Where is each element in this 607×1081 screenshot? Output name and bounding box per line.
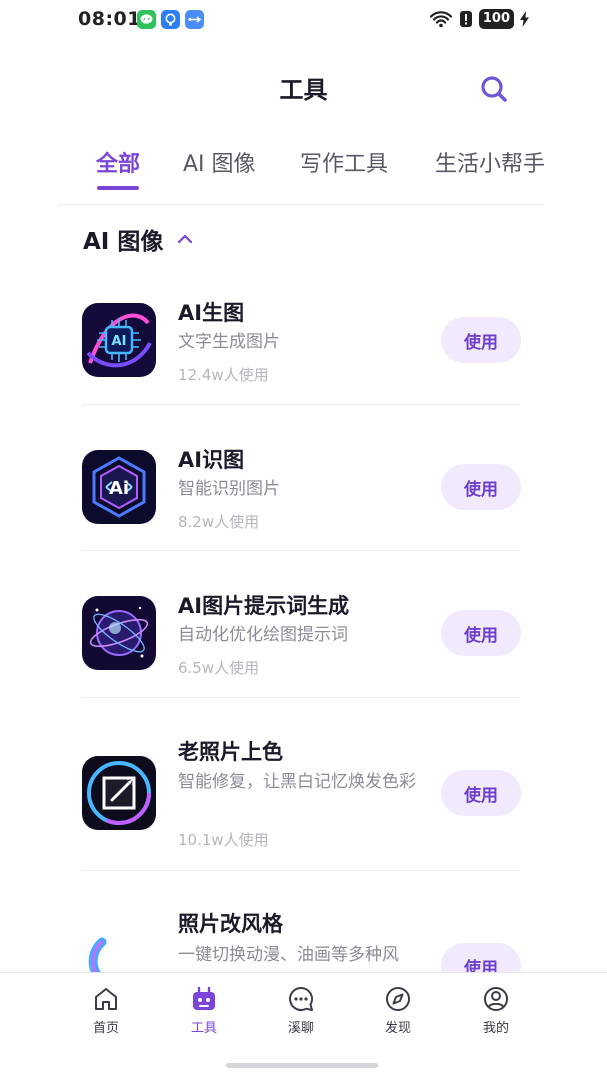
nav-profile[interactable]: 我的: [461, 985, 531, 1036]
style-swirl-icon: [82, 930, 156, 972]
nav-label: 首页: [92, 1021, 119, 1036]
use-button[interactable]: 使用: [441, 943, 521, 972]
tab-ai-image[interactable]: AI 图像: [183, 146, 256, 178]
tool-usage-count: 10.1w人使用: [178, 831, 269, 849]
list-divider: [82, 697, 520, 698]
robot-icon: [193, 986, 215, 1010]
tool-name: 照片改风格: [178, 912, 283, 936]
category-tabs: 全部 AI 图像 写作工具 生活小帮手: [0, 146, 607, 196]
section-title: AI 图像: [83, 229, 164, 255]
tool-item-old-photo-colorize[interactable]: 老照片上色 智能修复，让黑白记忆焕发色彩 10.1w人使用 使用: [82, 740, 522, 856]
tool-name: AI生图: [178, 301, 245, 325]
use-button[interactable]: 使用: [441, 610, 521, 656]
list-divider: [82, 404, 520, 405]
charging-icon: [520, 11, 529, 27]
tool-description: 文字生成图片: [178, 332, 280, 352]
page-title: 工具: [279, 76, 328, 104]
nav-label: 工具: [190, 1021, 217, 1036]
use-button[interactable]: 使用: [441, 317, 521, 363]
tool-description: 自动化优化绘图提示词: [178, 625, 348, 645]
compass-icon: [386, 987, 410, 1011]
user-icon: [484, 987, 508, 1011]
ai-hexagon-icon: Ai: [82, 450, 156, 524]
home-icon: [95, 988, 117, 1010]
nav-label: 我的: [482, 1021, 509, 1036]
svg-text:Ai: Ai: [109, 478, 129, 499]
wifi-icon: [429, 11, 452, 28]
use-button[interactable]: 使用: [441, 770, 521, 816]
battery-level: 100: [478, 9, 514, 29]
tool-item-ai-prompt-generator[interactable]: AI图片提示词生成 自动化优化绘图提示词 6.5w人使用 使用: [82, 594, 522, 677]
status-time: 08:01: [78, 8, 141, 30]
wechat-icon: [137, 10, 156, 29]
tabs-divider: [58, 204, 544, 205]
tool-item-ai-image-recognition[interactable]: Ai AI识图 智能识别图片 8.2w人使用 使用: [82, 448, 522, 531]
search-icon[interactable]: [478, 73, 510, 105]
nav-discover[interactable]: 发现: [363, 985, 433, 1036]
chat-icon: [289, 986, 314, 1011]
tool-description: 智能修复，让黑白记忆焕发色彩: [178, 772, 416, 792]
status-bar: 08:01 100: [0, 0, 607, 40]
tab-life-helper[interactable]: 生活小帮手: [435, 146, 545, 178]
nav-tools[interactable]: 工具: [169, 985, 239, 1036]
tool-name: 老照片上色: [178, 740, 283, 764]
nav-chat[interactable]: 溪聊: [266, 985, 336, 1036]
nav-label: 溪聊: [287, 1021, 314, 1036]
tool-usage-count: 12.4w人使用: [178, 366, 269, 384]
list-divider: [82, 550, 520, 551]
use-button[interactable]: 使用: [441, 464, 521, 510]
app-notification-icon: [161, 10, 180, 29]
nav-home[interactable]: 首页: [71, 985, 141, 1036]
tool-description: 一键切换动漫、油画等多种风: [178, 945, 399, 965]
usb-icon: [185, 10, 204, 29]
tab-writing-tools[interactable]: 写作工具: [300, 146, 388, 178]
tool-name: AI图片提示词生成: [178, 594, 350, 618]
tab-active-indicator: [97, 186, 139, 190]
list-divider: [82, 870, 520, 871]
tool-item-ai-image-generation[interactable]: AI AI生图 文字生成图片 12.4w人使用 使用: [82, 301, 522, 384]
tab-all[interactable]: 全部: [96, 146, 140, 178]
nav-label: 发现: [384, 1021, 411, 1036]
section-header[interactable]: AI 图像: [83, 222, 193, 256]
chevron-up-icon[interactable]: [177, 233, 193, 245]
tool-usage-count: 8.2w人使用: [178, 513, 260, 531]
alert-icon: [459, 11, 472, 27]
photo-wand-icon: [82, 756, 156, 830]
tool-item-photo-style-visible: 照片改风格 一键切换动漫、油画等多种风 使用: [0, 890, 607, 972]
tool-name: AI识图: [178, 448, 245, 472]
crystal-ball-icon: [82, 596, 156, 670]
tool-usage-count: 6.5w人使用: [178, 659, 260, 677]
home-indicator: [226, 1063, 378, 1068]
tool-description: 智能识别图片: [178, 479, 280, 499]
ai-chip-icon: AI: [82, 303, 156, 377]
svg-text:AI: AI: [112, 334, 127, 349]
